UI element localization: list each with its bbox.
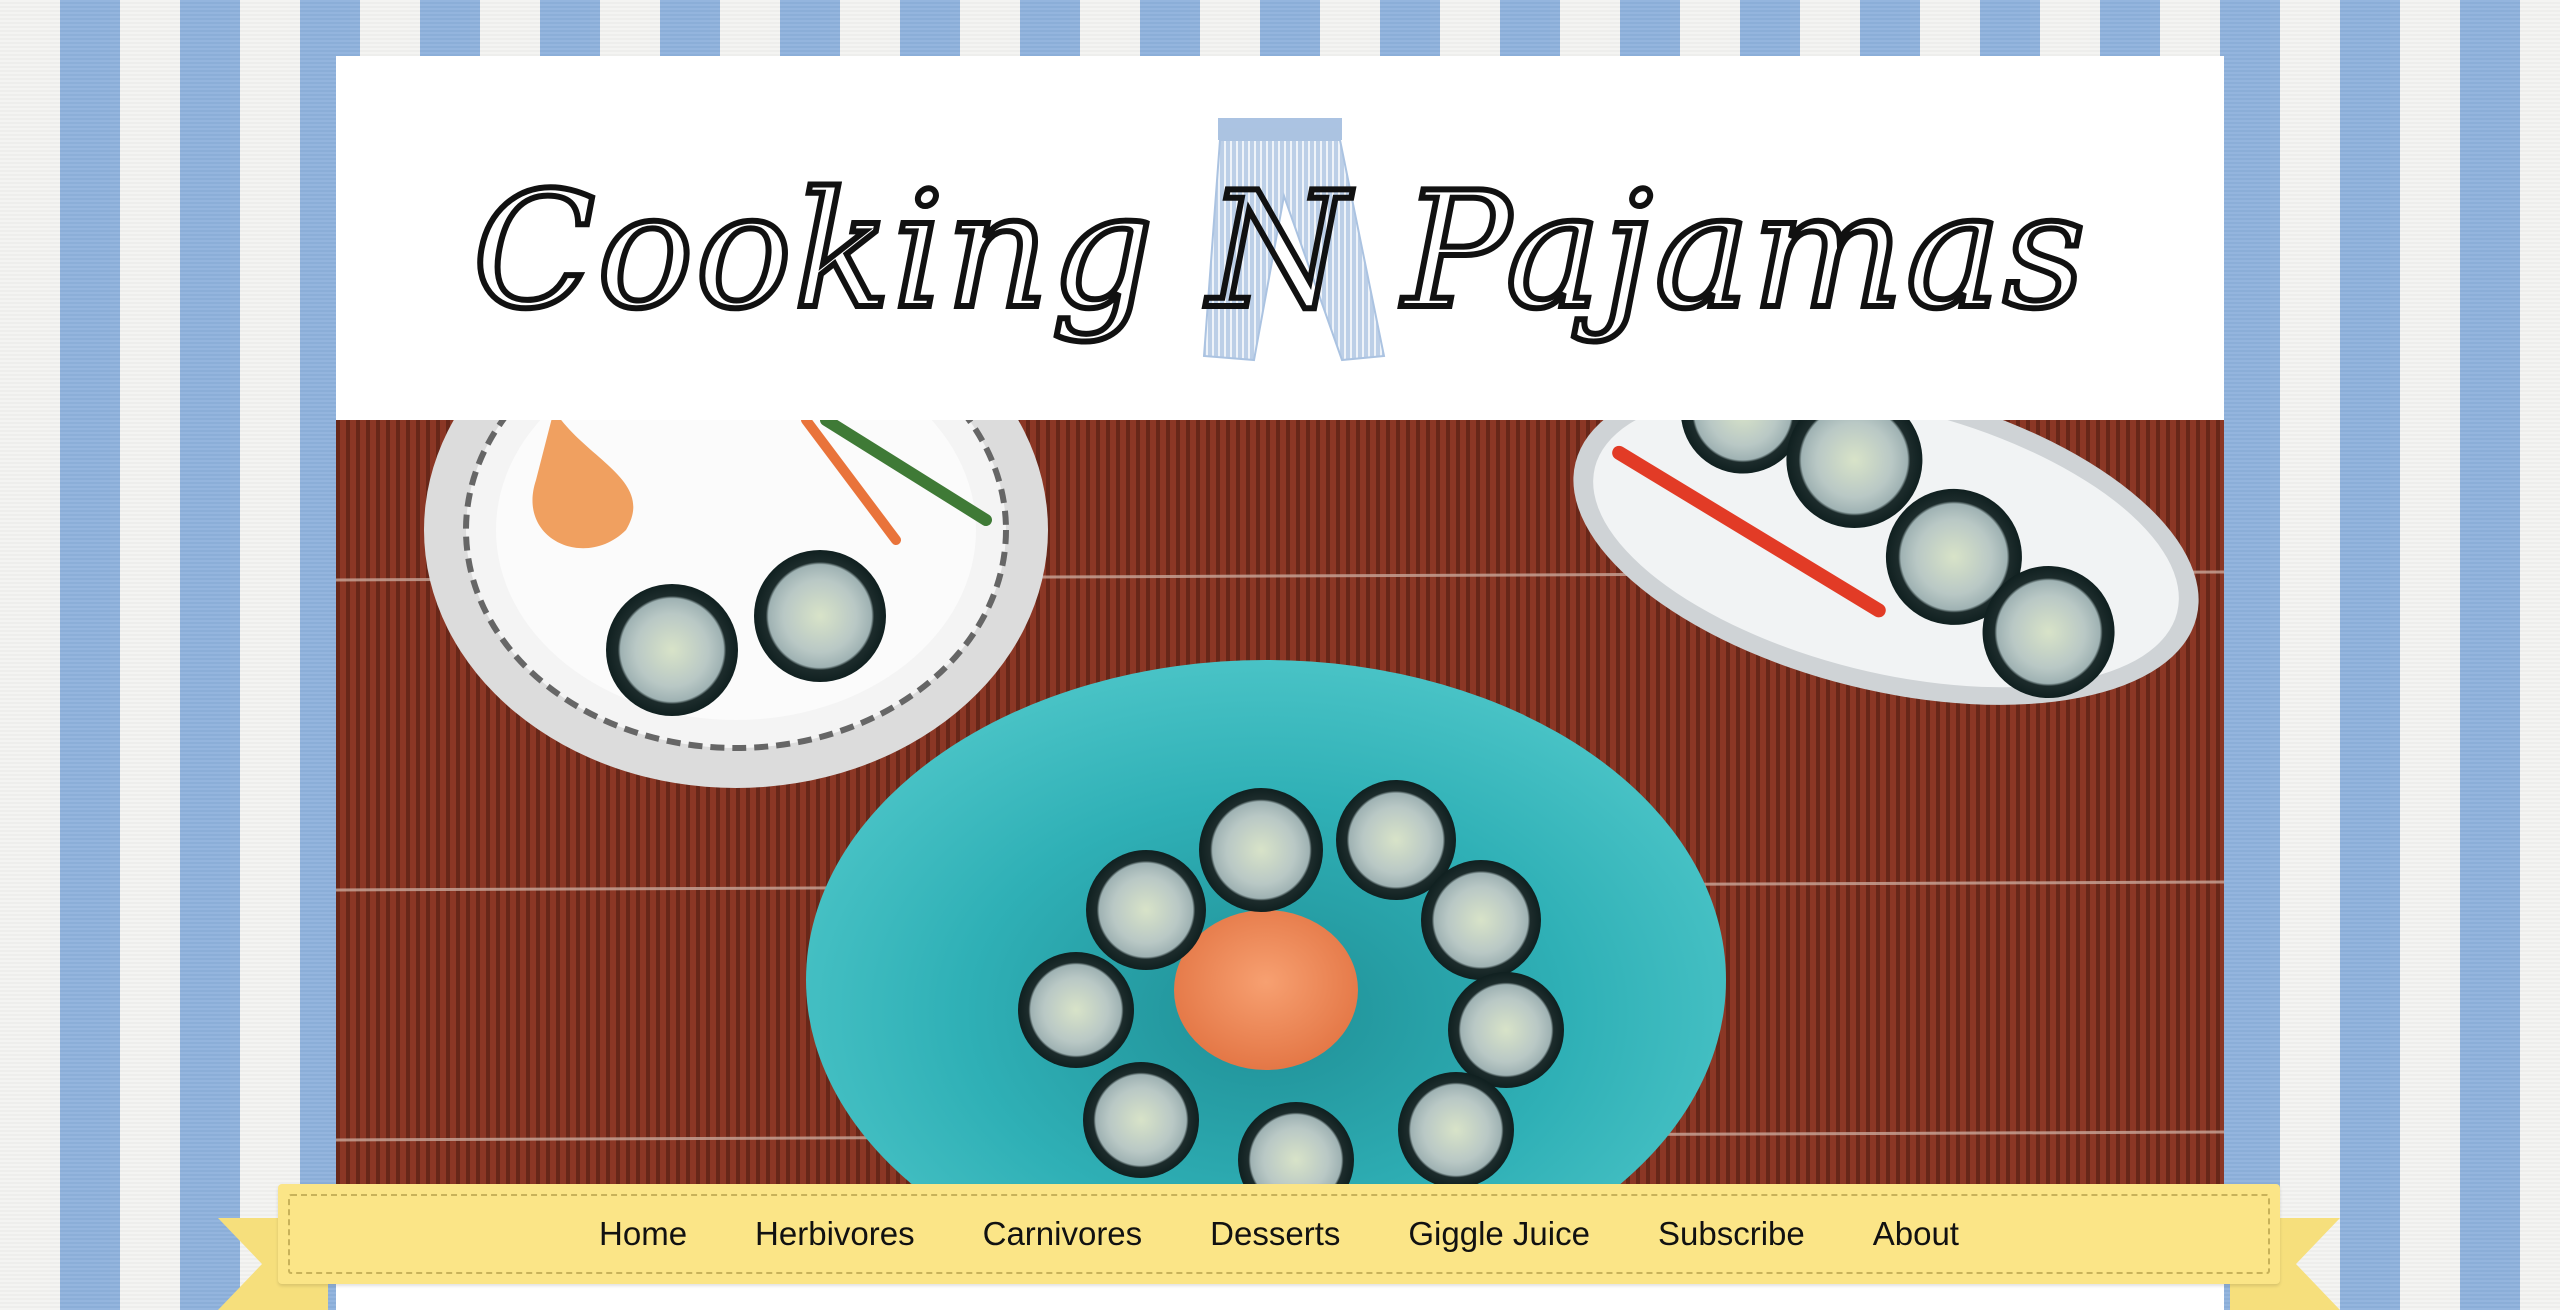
page-card: Cooking N Pajamas	[336, 56, 2224, 1310]
nav-links: Home Herbivores Carnivores Desserts Gigg…	[288, 1194, 2270, 1274]
nav-link-carnivores[interactable]: Carnivores	[949, 1215, 1177, 1253]
nav-link-home[interactable]: Home	[565, 1215, 721, 1253]
nav-link-giggle-juice[interactable]: Giggle Juice	[1374, 1215, 1624, 1253]
hero-image	[336, 420, 2224, 1198]
site-logo[interactable]: Cooking N Pajamas	[336, 56, 2224, 420]
svg-text:Cooking N Pajamas: Cooking N Pajamas	[473, 157, 2087, 344]
main-navigation: Home Herbivores Carnivores Desserts Gigg…	[218, 1184, 2340, 1310]
nav-bar: Home Herbivores Carnivores Desserts Gigg…	[278, 1184, 2280, 1284]
sushi-photo	[336, 420, 2224, 1198]
nav-link-subscribe[interactable]: Subscribe	[1624, 1215, 1839, 1253]
nav-link-desserts[interactable]: Desserts	[1176, 1215, 1374, 1253]
nav-link-about[interactable]: About	[1839, 1215, 1993, 1253]
nav-link-herbivores[interactable]: Herbivores	[721, 1215, 949, 1253]
logo-graphic: Cooking N Pajamas	[470, 118, 2088, 362]
